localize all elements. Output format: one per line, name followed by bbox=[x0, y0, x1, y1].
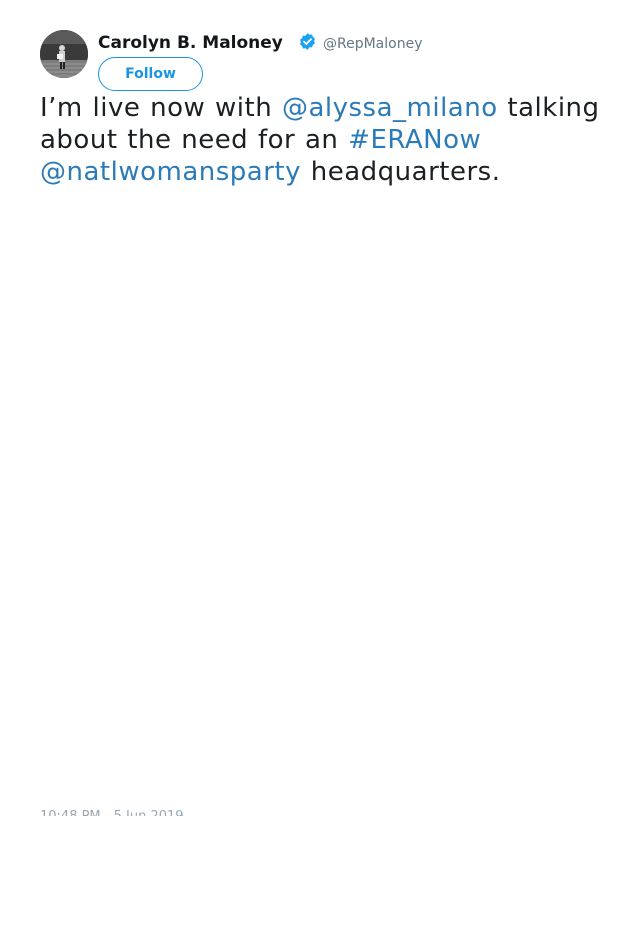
follow-button[interactable]: Follow bbox=[98, 57, 203, 91]
mention-link[interactable]: @natlwomansparty bbox=[40, 157, 301, 187]
author-handle[interactable]: @RepMaloney bbox=[323, 35, 422, 53]
hashtag-link[interactable]: #ERANow bbox=[348, 125, 481, 155]
profile-photo-icon bbox=[40, 30, 88, 78]
mention-link[interactable]: @alyssa_milano bbox=[282, 93, 498, 123]
author-name[interactable]: Carolyn B. Maloney bbox=[98, 32, 283, 54]
tweet-text: I’m live now with @alyssa_milano talking… bbox=[40, 92, 620, 188]
tweet-timestamp[interactable]: 10:48 PM - 5 Jun 2019 bbox=[40, 808, 184, 816]
tweet-card: Carolyn B. Maloney @RepMaloney Follow I’… bbox=[0, 0, 640, 950]
tweet-text-segment: I’m live now with bbox=[40, 93, 282, 123]
author-avatar[interactable] bbox=[40, 30, 88, 78]
verified-badge-icon bbox=[300, 33, 315, 50]
tweet-text-segment: headquarters. bbox=[301, 157, 501, 187]
